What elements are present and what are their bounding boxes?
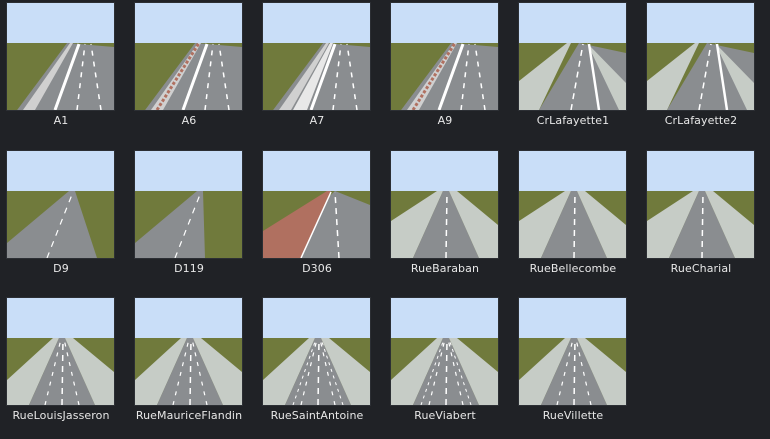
rural-road-icon bbox=[6, 150, 115, 259]
urban-street-icon bbox=[6, 297, 115, 406]
road-preset-ruebaraban[interactable]: RueBaraban bbox=[384, 150, 512, 282]
rural-road-icon bbox=[134, 150, 243, 259]
road-preset-label: RueBaraban bbox=[410, 262, 480, 275]
boulevard-icon bbox=[646, 2, 755, 111]
road-preset-d306[interactable]: D306 bbox=[256, 150, 384, 282]
road-preset-rueviabert[interactable]: RueViabert bbox=[384, 297, 512, 429]
urban-street-icon bbox=[390, 297, 499, 406]
motorway-guardrail-icon bbox=[6, 2, 115, 111]
road-preset-label: A1 bbox=[53, 114, 69, 127]
road-preset-label: RueSaintAntoine bbox=[270, 409, 364, 422]
road-preset-label: CrLafayette2 bbox=[664, 114, 738, 127]
road-preset-label: RueLouisJasseron bbox=[12, 409, 110, 422]
road-preset-label: D119 bbox=[174, 262, 204, 275]
road-preset-label: RueBellecombe bbox=[529, 262, 617, 275]
road-preset-ruevillette[interactable]: RueVillette bbox=[512, 297, 640, 429]
motorway-barrier-icon bbox=[390, 2, 499, 111]
motorway-median-icon bbox=[262, 2, 371, 111]
urban-street-icon bbox=[134, 297, 243, 406]
road-preset-ruelouisjasseron[interactable]: RueLouisJasseron bbox=[0, 297, 128, 429]
road-preset-ruesaintantoine[interactable]: RueSaintAntoine bbox=[256, 297, 384, 429]
motorway-barrier-icon bbox=[134, 2, 243, 111]
road-preset-label: RueVillette bbox=[542, 409, 604, 422]
road-preset-d9[interactable]: D9 bbox=[0, 150, 128, 282]
road-preset-a1[interactable]: A1 bbox=[0, 2, 128, 134]
road-preset-ruebellecombe[interactable]: RueBellecombe bbox=[512, 150, 640, 282]
road-preset-label: D9 bbox=[53, 262, 69, 275]
road-preset-crlafayette2[interactable]: CrLafayette2 bbox=[640, 2, 768, 134]
road-preset-label: CrLafayette1 bbox=[536, 114, 610, 127]
road-preset-label: A9 bbox=[437, 114, 453, 127]
road-preset-crlafayette1[interactable]: CrLafayette1 bbox=[512, 2, 640, 134]
road-preset-label: RueViabert bbox=[414, 409, 476, 422]
boulevard-icon bbox=[518, 2, 627, 111]
urban-street-icon bbox=[262, 297, 371, 406]
road-preset-ruecharial[interactable]: RueCharial bbox=[640, 150, 768, 282]
road-preset-grid: A1 A6 A7 A9 CrLafayette1 CrLafayette2 D9 D119 D3… bbox=[0, 0, 770, 439]
urban-street-icon bbox=[518, 297, 627, 406]
road-preset-label: D306 bbox=[302, 262, 332, 275]
bike-lane-road-icon bbox=[262, 150, 371, 259]
urban-street-icon bbox=[646, 150, 755, 259]
road-preset-a7[interactable]: A7 bbox=[256, 2, 384, 134]
road-preset-label: A7 bbox=[309, 114, 325, 127]
road-preset-a9[interactable]: A9 bbox=[384, 2, 512, 134]
urban-street-icon bbox=[518, 150, 627, 259]
road-preset-label: RueMauriceFlandin bbox=[135, 409, 243, 422]
road-preset-d119[interactable]: D119 bbox=[128, 150, 256, 282]
road-preset-ruemauriceflandin[interactable]: RueMauriceFlandin bbox=[128, 297, 256, 429]
road-preset-label: RueCharial bbox=[670, 262, 732, 275]
urban-street-icon bbox=[390, 150, 499, 259]
road-preset-a6[interactable]: A6 bbox=[128, 2, 256, 134]
road-preset-label: A6 bbox=[181, 114, 197, 127]
